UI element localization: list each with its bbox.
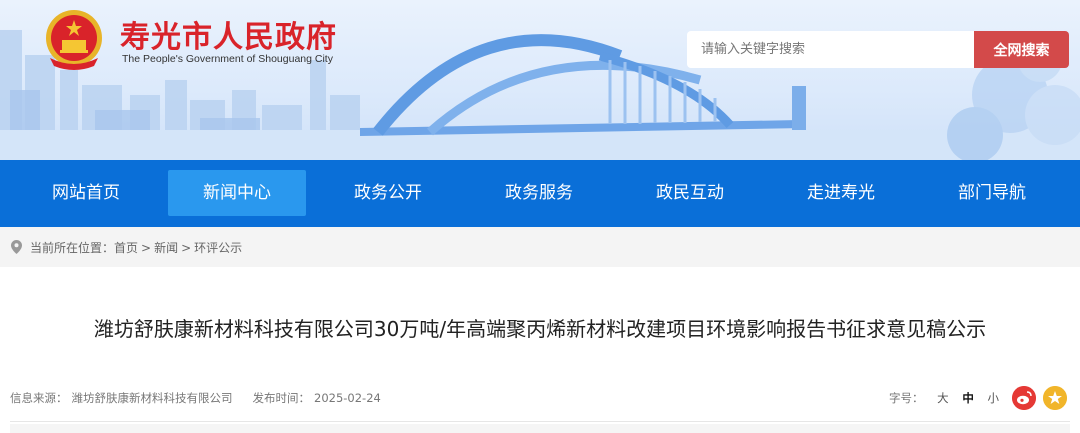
article-meta: 信息来源： 潍坊舒肤康新材料科技有限公司 发布时间： 2025-02-24 <box>10 390 385 406</box>
breadcrumb-separator: > <box>141 241 152 255</box>
source-label: 信息来源： <box>10 391 68 405</box>
source-value: 潍坊舒肤康新材料科技有限公司 <box>71 391 233 405</box>
font-size-large[interactable]: 大 <box>937 391 949 405</box>
nav-item-government-services[interactable]: 政务服务 <box>470 170 608 216</box>
wechat-icon[interactable] <box>1043 386 1067 410</box>
font-size-small[interactable]: 小 <box>987 391 999 405</box>
divider <box>10 421 1070 422</box>
font-size-label: 字号： <box>889 391 924 405</box>
search-button[interactable]: 全网搜索 <box>974 31 1069 68</box>
breadcrumb-prefix: 当前所在位置： <box>30 241 115 255</box>
font-size-control: 字号： 大 中 小 <box>889 390 999 406</box>
nav-item-home[interactable]: 网站首页 <box>17 170 155 216</box>
header-banner: 寿光市人民政府 The People's Government of Shoug… <box>0 0 1080 160</box>
main-nav: 网站首页 新闻中心 政务公开 政务服务 政民互动 走进寿光 部门导航 <box>0 160 1080 227</box>
weibo-icon[interactable] <box>1012 386 1036 410</box>
breadcrumb: 当前所在位置：首页 > 新闻 > 环评公示 <box>0 227 1080 267</box>
site-title[interactable]: 寿光市人民政府 <box>120 12 337 56</box>
nav-item-government-affairs[interactable]: 政务公开 <box>319 170 457 216</box>
date-value: 2025-02-24 <box>314 391 381 405</box>
article-title: 潍坊舒肤康新材料科技有限公司30万吨/年高端聚丙烯新材料改建项目环境影响报告书征… <box>93 317 987 341</box>
nav-item-news-center[interactable]: 新闻中心 <box>168 170 306 216</box>
nav-item-about-shouguang[interactable]: 走进寿光 <box>772 170 910 216</box>
font-size-medium[interactable]: 中 <box>962 391 974 405</box>
article-body-top <box>10 424 1070 433</box>
breadcrumb-eia-notice[interactable]: 环评公示 <box>194 241 242 255</box>
breadcrumb-news[interactable]: 新闻 <box>154 241 178 255</box>
date-label: 发布时间： <box>252 391 311 405</box>
breadcrumb-home[interactable]: 首页 <box>114 241 138 255</box>
nav-item-department-nav[interactable]: 部门导航 <box>923 170 1061 216</box>
search-input[interactable] <box>687 31 975 68</box>
nav-item-interaction[interactable]: 政民互动 <box>621 170 759 216</box>
site-subtitle: The People's Government of Shouguang Cit… <box>122 53 333 65</box>
national-emblem-icon <box>46 10 102 70</box>
breadcrumb-text: 当前所在位置：首页 > 新闻 > 环评公示 <box>30 239 242 256</box>
breadcrumb-separator: > <box>181 241 192 255</box>
location-pin-icon <box>11 240 22 254</box>
